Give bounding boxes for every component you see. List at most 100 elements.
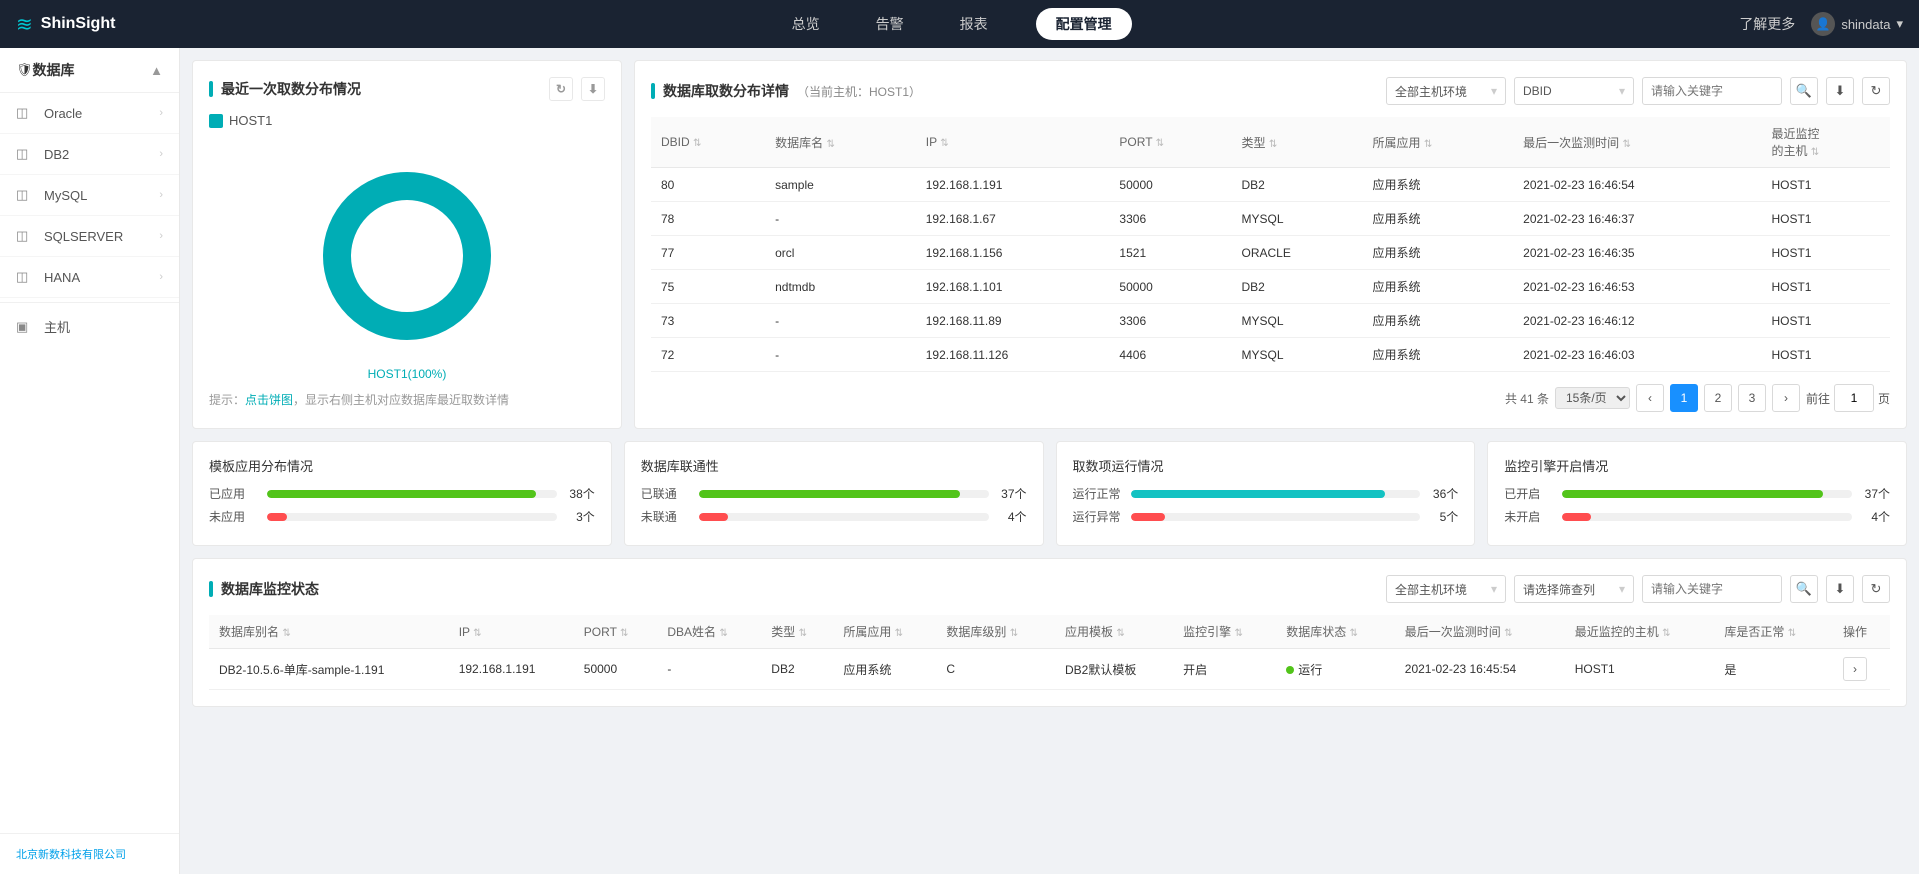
monitor-search-input[interactable] [1642, 575, 1782, 603]
pagination-prev-btn[interactable]: ‹ [1636, 384, 1664, 412]
mth-status[interactable]: 数据库状态 ⇅ [1276, 615, 1395, 649]
mth-ip[interactable]: IP ⇅ [449, 615, 574, 649]
legend-label: HOST1 [229, 113, 272, 128]
cell-lasttime: 2021-02-23 16:46:03 [1513, 338, 1761, 372]
row-action-btn[interactable]: › [1843, 657, 1867, 681]
stat-bar-container [1562, 490, 1852, 498]
mth-host[interactable]: 最近监控的主机 ⇅ [1565, 615, 1715, 649]
cell-name: sample [765, 168, 916, 202]
sqlserver-icon: ◫ [16, 226, 36, 246]
detail-env-filter-label: 全部主机环境 [1395, 83, 1467, 100]
sort-icon-engine: ⇅ [1234, 628, 1242, 639]
chart-tip-link[interactable]: 点击饼图 [245, 393, 293, 407]
mth-level[interactable]: 数据库级别 ⇅ [936, 615, 1055, 649]
stat-bar [1562, 513, 1591, 521]
user-area[interactable]: 👤 shindata ▾ [1811, 12, 1903, 36]
cell-host[interactable]: HOST1 [1761, 270, 1890, 304]
monitor-env-filter[interactable]: 全部主机环境 ▾ [1386, 575, 1506, 603]
mth-app[interactable]: 所属应用 ⇅ [833, 615, 936, 649]
sidebar-item-hana[interactable]: ◫ HANA › [0, 257, 179, 298]
cell-host[interactable]: HOST1 [1761, 338, 1890, 372]
stat-item: 已应用 38个 [209, 485, 595, 502]
sidebar-item-host[interactable]: ▣ 主机 [0, 307, 179, 346]
mth-type[interactable]: 类型 ⇅ [761, 615, 833, 649]
monitor-refresh-btn[interactable]: ↻ [1862, 575, 1890, 603]
donut-chart-container[interactable] [209, 136, 605, 376]
monitor-download-btn[interactable]: ⬇ [1826, 575, 1854, 603]
pagination-page-input[interactable] [1834, 384, 1874, 412]
mth-engine[interactable]: 监控引擎 ⇅ [1173, 615, 1276, 649]
th-lasttime[interactable]: 最后一次监测时间 ⇅ [1513, 117, 1761, 168]
cell-lasttime: 2021-02-23 16:46:53 [1513, 270, 1761, 304]
pagination-next-btn[interactable]: › [1772, 384, 1800, 412]
monitor-search-btn[interactable]: 🔍 [1790, 575, 1818, 603]
cell-host[interactable]: HOST1 [1761, 304, 1890, 338]
detail-search-btn[interactable]: 🔍 [1790, 77, 1818, 105]
nav-item-overview[interactable]: 总览 [784, 0, 828, 48]
mth-dba[interactable]: DBA姓名 ⇅ [657, 615, 761, 649]
mcell-status: 运行 [1276, 649, 1395, 690]
cell-host[interactable]: HOST1 [1761, 236, 1890, 270]
th-type[interactable]: 类型 ⇅ [1232, 117, 1363, 168]
detail-download-btn[interactable]: ⬇ [1826, 77, 1854, 105]
sort-icon-port: ⇅ [1156, 138, 1164, 149]
monitor-col-filter-label: 请选择筛查列 [1523, 581, 1595, 598]
monitor-col-filter[interactable]: 请选择筛查列 ▾ [1514, 575, 1634, 603]
sidebar-item-db2[interactable]: ◫ DB2 › [0, 134, 179, 175]
stat-label: 未应用 [209, 508, 259, 525]
donut-refresh-btn[interactable]: ↻ [549, 77, 573, 101]
mth-lasttime[interactable]: 最后一次监测时间 ⇅ [1395, 615, 1565, 649]
detail-dbid-filter[interactable]: DBID ▾ [1514, 77, 1634, 105]
stat-bar-container [699, 490, 989, 498]
mth-port[interactable]: PORT ⇅ [574, 615, 658, 649]
pagination-page-size[interactable]: 15条/页 20条/页 [1555, 387, 1630, 409]
mcell-level: C [936, 649, 1055, 690]
th-ip[interactable]: IP ⇅ [916, 117, 1110, 168]
stat-item: 未应用 3个 [209, 508, 595, 525]
th-name[interactable]: 数据库名 ⇅ [765, 117, 916, 168]
th-app[interactable]: 所属应用 ⇅ [1363, 117, 1514, 168]
sidebar-item-mysql[interactable]: ◫ MySQL › [0, 175, 179, 216]
detail-search-input[interactable] [1642, 77, 1782, 105]
th-dbid[interactable]: DBID ⇅ [651, 117, 765, 168]
sidebar-item-oracle[interactable]: ◫ Oracle › [0, 93, 179, 134]
sidebar-item-sqlserver[interactable]: ◫ SQLSERVER › [0, 216, 179, 257]
cell-host[interactable]: HOST1 [1761, 168, 1890, 202]
nav-item-alert[interactable]: 告警 [868, 0, 912, 48]
pagination-page-3[interactable]: 3 [1738, 384, 1766, 412]
mcell-host: HOST1 [1565, 649, 1715, 690]
nav-item-config[interactable]: 配置管理 [1036, 8, 1132, 40]
donut-download-btn[interactable]: ⬇ [581, 77, 605, 101]
cell-ip: 192.168.1.67 [916, 202, 1110, 236]
pagination-page-suffix: 页 [1878, 390, 1890, 407]
detail-refresh-btn[interactable]: ↻ [1862, 77, 1890, 105]
pagination-page-1[interactable]: 1 [1670, 384, 1698, 412]
detail-table-body: 80 sample 192.168.1.191 50000 DB2 应用系统 2… [651, 168, 1890, 372]
mcell-lasttime: 2021-02-23 16:45:54 [1395, 649, 1565, 690]
sidebar-collapse-btn[interactable]: ▲ [150, 63, 163, 78]
sort-icon-host: ⇅ [1811, 147, 1819, 158]
pagination-page-2[interactable]: 2 [1704, 384, 1732, 412]
cell-name[interactable]: ndtmdb [765, 270, 916, 304]
mth-normal[interactable]: 库是否正常 ⇅ [1714, 615, 1833, 649]
detail-env-filter-arrow: ▾ [1491, 84, 1497, 98]
th-host[interactable]: 最近监控的主机 ⇅ [1761, 117, 1890, 168]
sidebar-footer[interactable]: 北京新数科技有限公司 [0, 833, 179, 874]
mth-template[interactable]: 应用模板 ⇅ [1055, 615, 1173, 649]
th-port[interactable]: PORT ⇅ [1109, 117, 1231, 168]
db2-arrow-icon: › [159, 148, 163, 160]
donut-card-title: 最近一次取数分布情况 ↻ ⬇ [209, 77, 605, 101]
logo-area: ≋ ShinSight [16, 12, 176, 37]
stat-value: 5个 [1428, 508, 1458, 525]
stat-bar-container [699, 513, 989, 521]
mcell-action[interactable]: › [1833, 649, 1890, 690]
stat-title: 数据库联通性 [641, 456, 1027, 475]
sort-icon-dbid: ⇅ [693, 138, 701, 149]
mth-alias[interactable]: 数据库别名 ⇅ [209, 615, 449, 649]
stat-bar-container [1562, 513, 1852, 521]
cell-name: orcl [765, 236, 916, 270]
nav-more[interactable]: 了解更多 [1739, 14, 1795, 34]
cell-host[interactable]: HOST1 [1761, 202, 1890, 236]
detail-env-filter[interactable]: 全部主机环境 ▾ [1386, 77, 1506, 105]
nav-item-report[interactable]: 报表 [952, 0, 996, 48]
